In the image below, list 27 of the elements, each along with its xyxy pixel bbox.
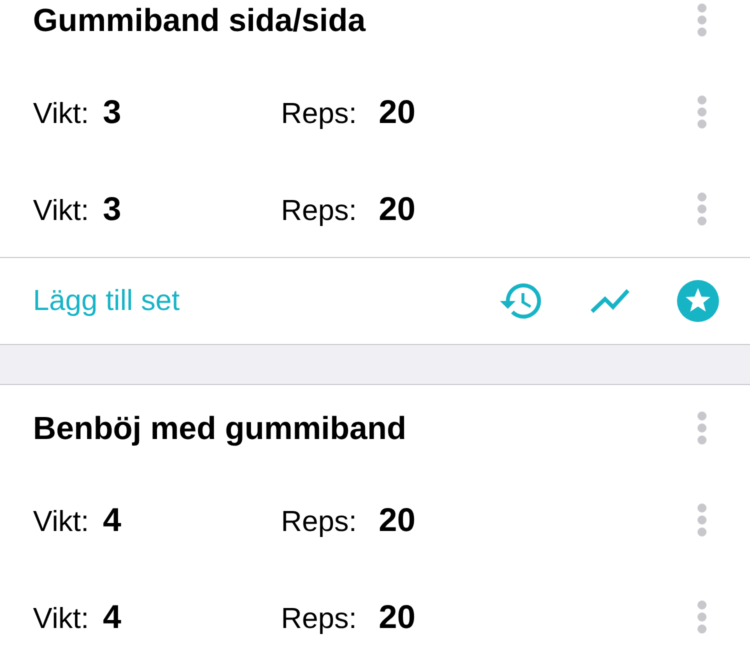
more-options-icon[interactable]: [697, 192, 707, 226]
reps-value: 20: [378, 596, 416, 636]
more-options-icon[interactable]: [697, 3, 707, 37]
more-options-icon[interactable]: [697, 600, 707, 634]
weight-value: 3: [102, 188, 122, 228]
reps-label: Reps:: [281, 96, 357, 132]
more-options-icon[interactable]: [697, 411, 707, 445]
reps-label: Reps:: [281, 602, 357, 636]
weight-label: Vikt:: [33, 194, 89, 228]
weight-value: 4: [102, 596, 122, 636]
reps-label: Reps:: [281, 194, 357, 228]
exercise-title: Gummiband sida/sida: [33, 0, 366, 40]
reps-value: 20: [378, 500, 416, 540]
weight-label: Vikt:: [33, 602, 89, 636]
trend-line-icon[interactable]: [590, 288, 630, 314]
more-options-icon[interactable]: [697, 94, 707, 128]
more-options-icon[interactable]: [697, 502, 707, 536]
history-icon[interactable]: [500, 283, 543, 319]
weight-value: 3: [102, 92, 122, 132]
add-set-link[interactable]: Lägg till set: [33, 284, 180, 318]
reps-value: 20: [378, 188, 416, 228]
weight-label: Vikt:: [33, 96, 89, 132]
reps-value: 20: [378, 92, 416, 132]
weight-value: 4: [102, 500, 122, 540]
weight-label: Vikt:: [33, 504, 89, 540]
reps-label: Reps:: [281, 504, 357, 540]
exercise-title: Benböj med gummiband: [33, 408, 406, 448]
